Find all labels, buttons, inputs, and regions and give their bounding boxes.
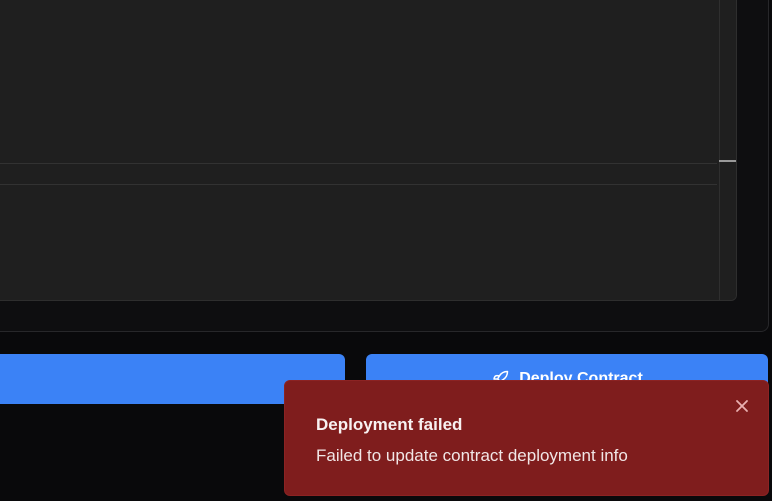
toast-description: Failed to update contract deployment inf… [316,446,628,465]
editor-scrollbar-thumb[interactable] [719,160,736,162]
close-icon [735,399,749,416]
page: Deploy Contract Deployment failed Failed… [0,0,772,501]
code-editor [0,0,737,301]
editor-horizontal-scrollbar[interactable] [0,163,717,185]
toast-close-button[interactable] [734,399,750,415]
error-toast: Deployment failed Failed to update contr… [284,380,769,496]
editor-vertical-scrollbar[interactable] [719,0,736,300]
code-editor-content[interactable] [0,0,719,300]
toast-title: Deployment failed [316,415,463,434]
